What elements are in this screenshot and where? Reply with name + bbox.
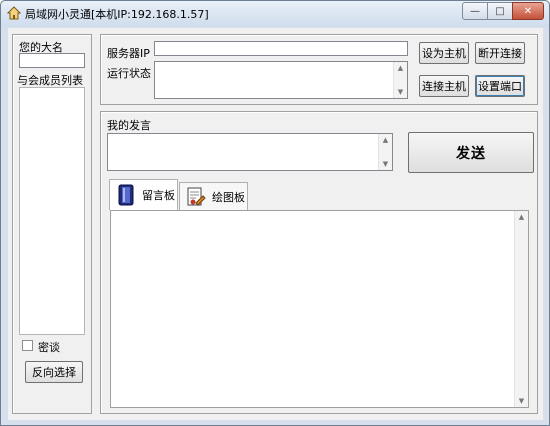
tab-drawing-board[interactable]: 绘图板 (179, 182, 248, 210)
connect-host-button[interactable]: 连接主机 (419, 75, 469, 97)
invert-selection-button[interactable]: 反向选择 (25, 361, 83, 383)
name-input[interactable] (19, 53, 85, 68)
close-button[interactable]: ✕ (512, 2, 544, 20)
scroll-up-arrow-icon[interactable]: ▲ (394, 62, 407, 74)
scroll-up-arrow-icon[interactable]: ▲ (515, 211, 528, 223)
message-board-icon (118, 184, 134, 206)
server-panel: 服务器IP 运行状态 ▲ ▼ 设为主机 断开连接 连接主机 设置端口 (100, 34, 538, 105)
tab-message-board[interactable]: 留言板 (109, 179, 178, 210)
status-label: 运行状态 (107, 67, 151, 80)
private-chat-checkbox[interactable] (22, 340, 33, 351)
message-scrollbar[interactable]: ▲ ▼ (378, 134, 392, 170)
maximize-button[interactable]: □ (487, 2, 513, 20)
server-ip-input[interactable] (154, 41, 408, 56)
send-button[interactable]: 发送 (408, 132, 534, 173)
scroll-down-arrow-icon[interactable]: ▼ (394, 86, 407, 98)
message-board-scrollbar[interactable]: ▲ ▼ (514, 211, 528, 407)
members-list[interactable] (19, 87, 85, 335)
message-input[interactable]: ▲ ▼ (107, 133, 393, 171)
send-label: 发送 (456, 145, 486, 162)
set-port-button[interactable]: 设置端口 (475, 75, 525, 97)
my-message-label: 我的发言 (107, 119, 151, 132)
scroll-down-arrow-icon[interactable]: ▼ (379, 158, 392, 170)
minimize-icon: — (470, 5, 480, 17)
tab-drawing-board-label: 绘图板 (212, 190, 245, 204)
set-host-button[interactable]: 设为主机 (419, 42, 469, 64)
server-ip-label: 服务器IP (107, 47, 150, 60)
close-icon: ✕ (523, 5, 533, 17)
left-panel: 您的大名 与会成员列表 密谈 反向选择 (12, 34, 92, 414)
status-textarea[interactable]: ▲ ▼ (154, 61, 408, 99)
private-chat-label: 密谈 (38, 341, 60, 354)
scroll-up-arrow-icon[interactable]: ▲ (379, 134, 392, 146)
chat-panel: 我的发言 ▲ ▼ 发送 留言板 绘图板 ▲ ▼ (100, 111, 538, 414)
message-board-display[interactable]: ▲ ▼ (110, 210, 529, 408)
members-label: 与会成员列表 (17, 74, 83, 87)
client-area: 您的大名 与会成员列表 密谈 反向选择 服务器IP 运行状态 ▲ ▼ 设为主机 … (8, 28, 543, 420)
status-scrollbar[interactable]: ▲ ▼ (393, 62, 407, 98)
scroll-down-arrow-icon[interactable]: ▼ (515, 395, 528, 407)
window-title: 局域网小灵通[本机IP:192.168.1.57] (25, 8, 209, 21)
minimize-button[interactable]: — (462, 2, 488, 20)
disconnect-button[interactable]: 断开连接 (475, 42, 525, 64)
main-window: 局域网小灵通[本机IP:192.168.1.57] — □ ✕ 您的大名 与会成… (0, 0, 550, 426)
maximize-icon: □ (495, 5, 505, 17)
tab-message-board-label: 留言板 (142, 189, 175, 202)
drawing-board-icon (187, 187, 206, 206)
title-bar[interactable]: 局域网小灵通[本机IP:192.168.1.57] — □ ✕ (1, 1, 549, 27)
app-icon (7, 6, 21, 20)
